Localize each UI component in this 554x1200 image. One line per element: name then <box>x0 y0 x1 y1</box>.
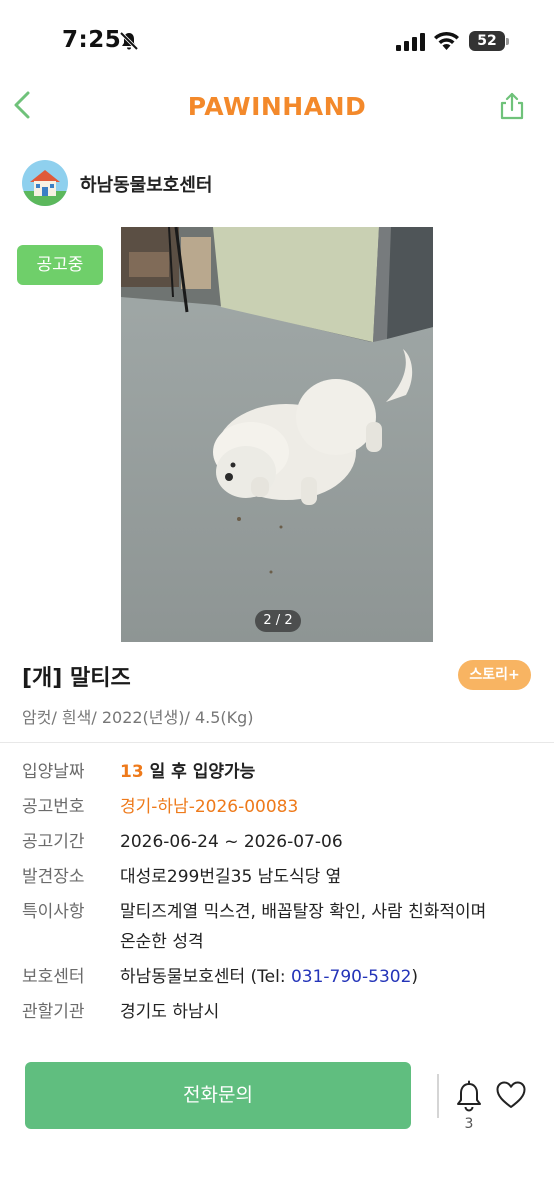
photo-counter: 2 / 2 <box>255 610 301 632</box>
shelter-name: 하남동물보호센터 <box>80 175 213 196</box>
notes-line-2: 온순한 성격 <box>120 932 204 952</box>
adoption-suffix: 일 후 입양가능 <box>149 762 256 782</box>
info-row-notes: 특이사항 말티즈계열 믹스견, 배꼽탈장 확인, 사람 친화적이며 온순한 성격 <box>22 897 542 959</box>
house-icon <box>22 160 68 206</box>
info-label: 공고번호 <box>22 797 85 817</box>
animal-summary: 암컷/ 흰색/ 2022(년생)/ 4.5(Kg) <box>22 708 254 727</box>
found-place-value: 대성로299번길35 남도식당 옆 <box>120 867 342 887</box>
notice-number-value: 경기-하남-2026-00083 <box>120 797 299 817</box>
dog-photo-illustration <box>121 227 433 642</box>
status-bar: 7:25 52 <box>0 0 554 80</box>
brand-logo: PAWINHAND <box>187 92 367 121</box>
animal-photo[interactable]: 2 / 2 <box>121 227 433 642</box>
notes-value: 말티즈계열 믹스견, 배꼽탈장 확인, 사람 친화적이며 온순한 성격 <box>120 897 540 957</box>
notes-line-1: 말티즈계열 믹스견, 배꼽탈장 확인, 사람 친화적이며 <box>120 902 487 922</box>
info-label: 입양날짜 <box>22 762 85 782</box>
shelter-phone-link[interactable]: 031-790-5302 <box>291 967 411 987</box>
shelter-value: 하남동물보호센터 (Tel: 031-790-5302) <box>120 962 540 992</box>
cellular-signal-icon <box>396 33 425 51</box>
info-label: 공고기간 <box>22 832 85 852</box>
call-inquiry-button[interactable]: 전화문의 <box>25 1062 411 1129</box>
jurisdiction-value: 경기도 하남시 <box>120 1002 220 1022</box>
notification-count: 3 <box>464 1116 474 1132</box>
wifi-icon <box>434 31 459 50</box>
shelter-value-name: 하남동물보호센터 (Tel: <box>120 967 291 987</box>
bell-icon[interactable] <box>454 1080 484 1112</box>
battery-level: 52 <box>469 31 505 51</box>
status-badge: 공고중 <box>17 245 103 285</box>
bell-slash-icon <box>119 31 139 51</box>
status-time: 7:25 <box>62 27 122 53</box>
shelter-avatar <box>22 160 68 206</box>
shelter-value-close: ) <box>411 967 419 987</box>
battery-cap <box>506 38 509 45</box>
share-icon[interactable] <box>498 92 526 120</box>
info-label: 보호센터 <box>22 967 85 987</box>
info-label: 관할기관 <box>22 1002 85 1022</box>
adoption-days: 13 <box>120 762 144 782</box>
app-header: PAWINHAND <box>0 80 554 136</box>
battery-indicator: 52 <box>469 31 509 51</box>
notice-period-value: 2026-06-24 ~ 2026-07-06 <box>120 832 343 852</box>
shelter-profile[interactable]: 하남동물보호센터 <box>22 158 422 206</box>
section-divider <box>0 742 554 743</box>
info-label: 특이사항 <box>22 902 85 922</box>
heart-icon[interactable] <box>495 1080 527 1110</box>
story-button[interactable]: 스토리+ <box>458 660 531 690</box>
info-label: 발견장소 <box>22 867 85 887</box>
animal-title: [개] 말티즈 <box>22 666 131 691</box>
bottom-divider <box>437 1074 439 1118</box>
info-value: 13 일 후 입양가능 <box>120 757 540 787</box>
